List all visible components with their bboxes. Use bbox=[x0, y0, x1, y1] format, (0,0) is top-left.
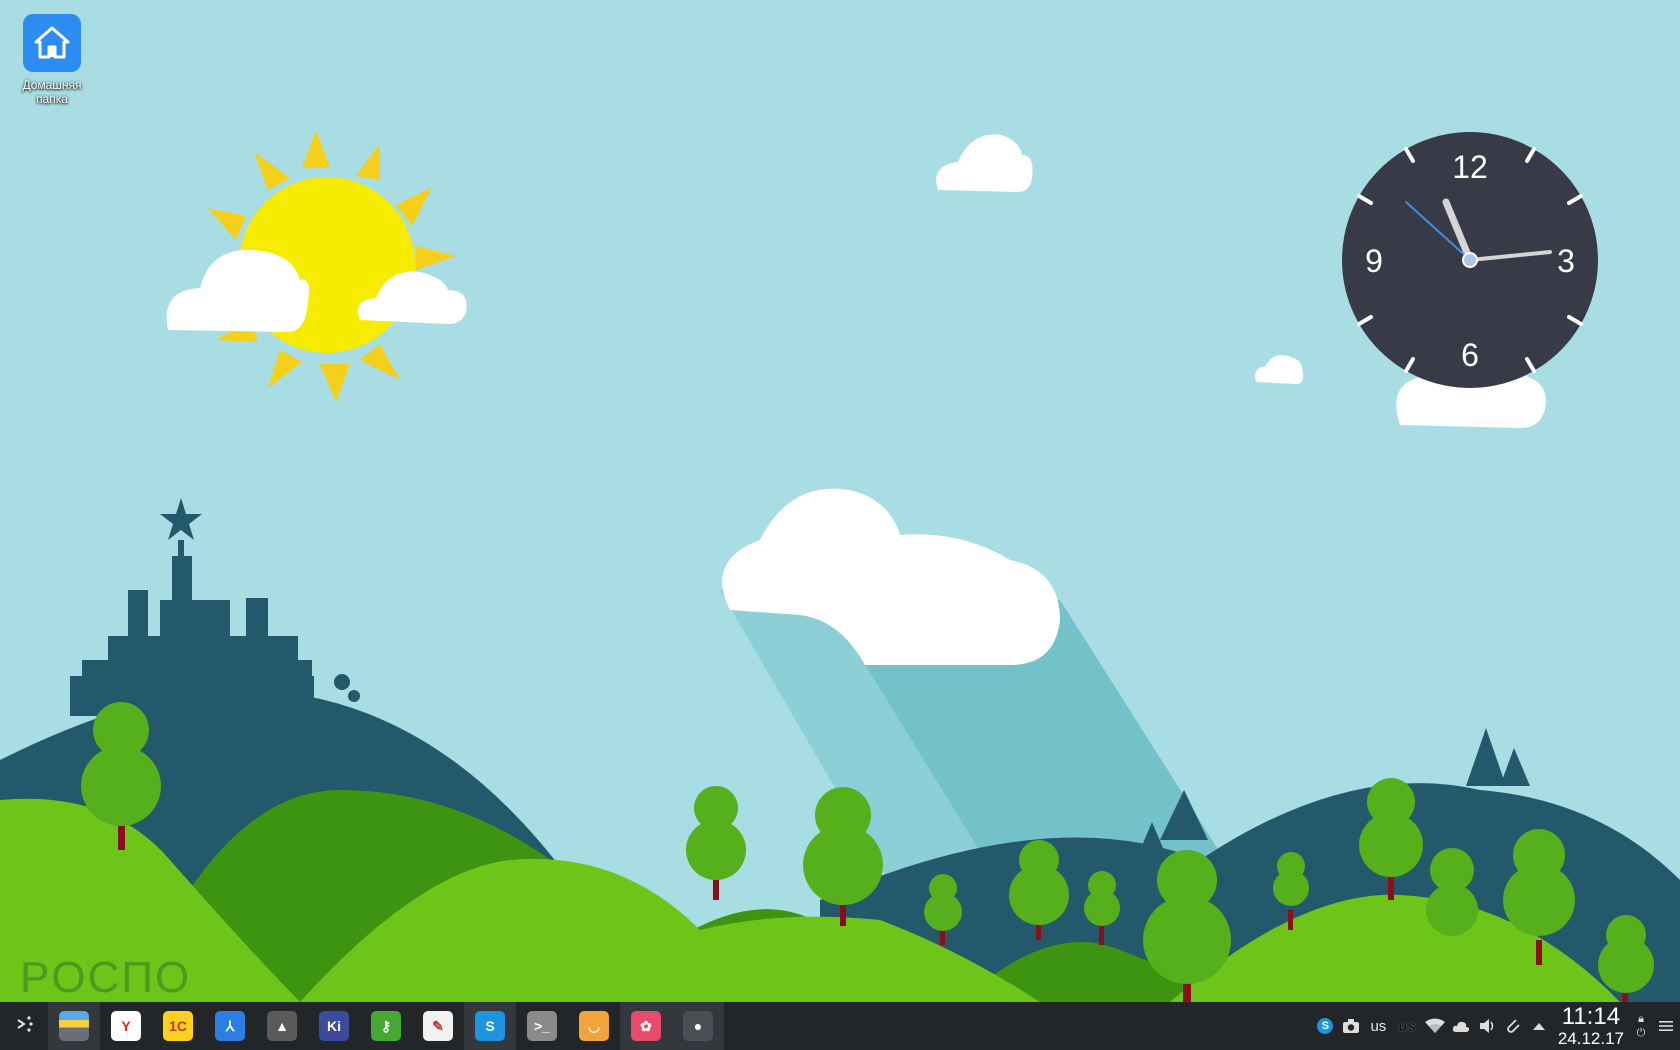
screenshot-icon[interactable] bbox=[1338, 1002, 1364, 1050]
software-center-icon: ◡ bbox=[579, 1011, 609, 1041]
task-kdevelop[interactable]: ⅄ bbox=[204, 1002, 256, 1050]
wifi-icon[interactable] bbox=[1422, 1002, 1448, 1050]
clock-date: 24.12.17 bbox=[1557, 1028, 1624, 1048]
house-icon bbox=[23, 14, 81, 72]
volume-icon[interactable] bbox=[1474, 1002, 1500, 1050]
clock-numeral-12: 12 bbox=[1452, 149, 1488, 185]
1c-icon: 1С bbox=[163, 1011, 193, 1041]
task-camera[interactable]: ● bbox=[672, 1002, 724, 1050]
clock-center-pin bbox=[1462, 252, 1478, 268]
lock-screen-icon[interactable]: 🔒︎ bbox=[1638, 1012, 1644, 1026]
task-keepassxc[interactable]: ⚷ bbox=[360, 1002, 412, 1050]
task-file-manager[interactable] bbox=[48, 1002, 100, 1050]
session-controls: 🔒︎ ⏻ bbox=[1630, 1012, 1652, 1040]
task-terminal[interactable]: >_ bbox=[516, 1002, 568, 1050]
clock-numeral-9: 9 bbox=[1365, 243, 1383, 279]
password-manager-icon: ⚷ bbox=[371, 1011, 401, 1041]
task-notes[interactable]: ✎ bbox=[412, 1002, 464, 1050]
file-manager-icon bbox=[59, 1011, 89, 1041]
camera-app-icon: ● bbox=[683, 1011, 713, 1041]
taskbar: Y 1С ⅄ ▲ Ki ⚷ ✎ S >_ ◡ ✿ ● S us us 11:14 24.12.17 🔒… bbox=[0, 1002, 1680, 1050]
clock-time: 11:14 bbox=[1561, 1002, 1621, 1030]
task-yandex-browser[interactable]: Y bbox=[100, 1002, 152, 1050]
task-photo-editor[interactable]: ✿ bbox=[620, 1002, 672, 1050]
hamburger-menu-icon[interactable] bbox=[1652, 1002, 1680, 1050]
application-launcher-button[interactable] bbox=[0, 1002, 48, 1050]
application-launcher-icon bbox=[12, 1012, 36, 1041]
task-inkscape[interactable]: ▲ bbox=[256, 1002, 308, 1050]
clipboard-icon[interactable] bbox=[1500, 1002, 1526, 1050]
task-software-center[interactable]: ◡ bbox=[568, 1002, 620, 1050]
cloud-sync-icon[interactable] bbox=[1448, 1002, 1474, 1050]
power-icon[interactable]: ⏻ bbox=[1637, 1026, 1646, 1040]
skype-icon: S bbox=[475, 1011, 505, 1041]
system-tray: S us us 11:14 24.12.17 🔒︎ ⏻ bbox=[1312, 1002, 1680, 1050]
task-1c-enterprise[interactable]: 1С bbox=[152, 1002, 204, 1050]
task-skype[interactable]: S bbox=[464, 1002, 516, 1050]
desktop-icon-label: Домашняя папка bbox=[22, 78, 82, 106]
digital-clock[interactable]: 11:14 24.12.17 bbox=[1552, 1002, 1630, 1048]
terminal-icon: >_ bbox=[527, 1011, 557, 1041]
task-kile[interactable]: Ki bbox=[308, 1002, 360, 1050]
photo-editor-icon: ✿ bbox=[631, 1011, 661, 1041]
wallpaper-logo: PОСПО bbox=[20, 953, 191, 1002]
desktop-icon-home-folder[interactable]: Домашняя папка bbox=[16, 14, 88, 106]
inkscape-icon: ▲ bbox=[267, 1011, 297, 1041]
analog-clock-widget[interactable]: 12 3 6 9 bbox=[1340, 130, 1600, 390]
notes-icon: ✎ bbox=[423, 1011, 453, 1041]
kdevelop-icon: ⅄ bbox=[215, 1011, 245, 1041]
clock-numeral-3: 3 bbox=[1557, 243, 1575, 279]
kile-icon: Ki bbox=[319, 1011, 349, 1041]
chevron-up-icon[interactable] bbox=[1526, 1002, 1552, 1050]
keyboard-layout-indicator-secondary[interactable]: us bbox=[1392, 1018, 1422, 1035]
keyboard-layout-indicator[interactable]: us bbox=[1364, 1018, 1392, 1035]
skype-tray-icon[interactable]: S bbox=[1312, 1002, 1338, 1050]
task-manager: Y 1С ⅄ ▲ Ki ⚷ ✎ S >_ ◡ ✿ ● bbox=[48, 1002, 724, 1050]
yandex-browser-icon: Y bbox=[111, 1011, 141, 1041]
clock-numeral-6: 6 bbox=[1461, 337, 1479, 373]
